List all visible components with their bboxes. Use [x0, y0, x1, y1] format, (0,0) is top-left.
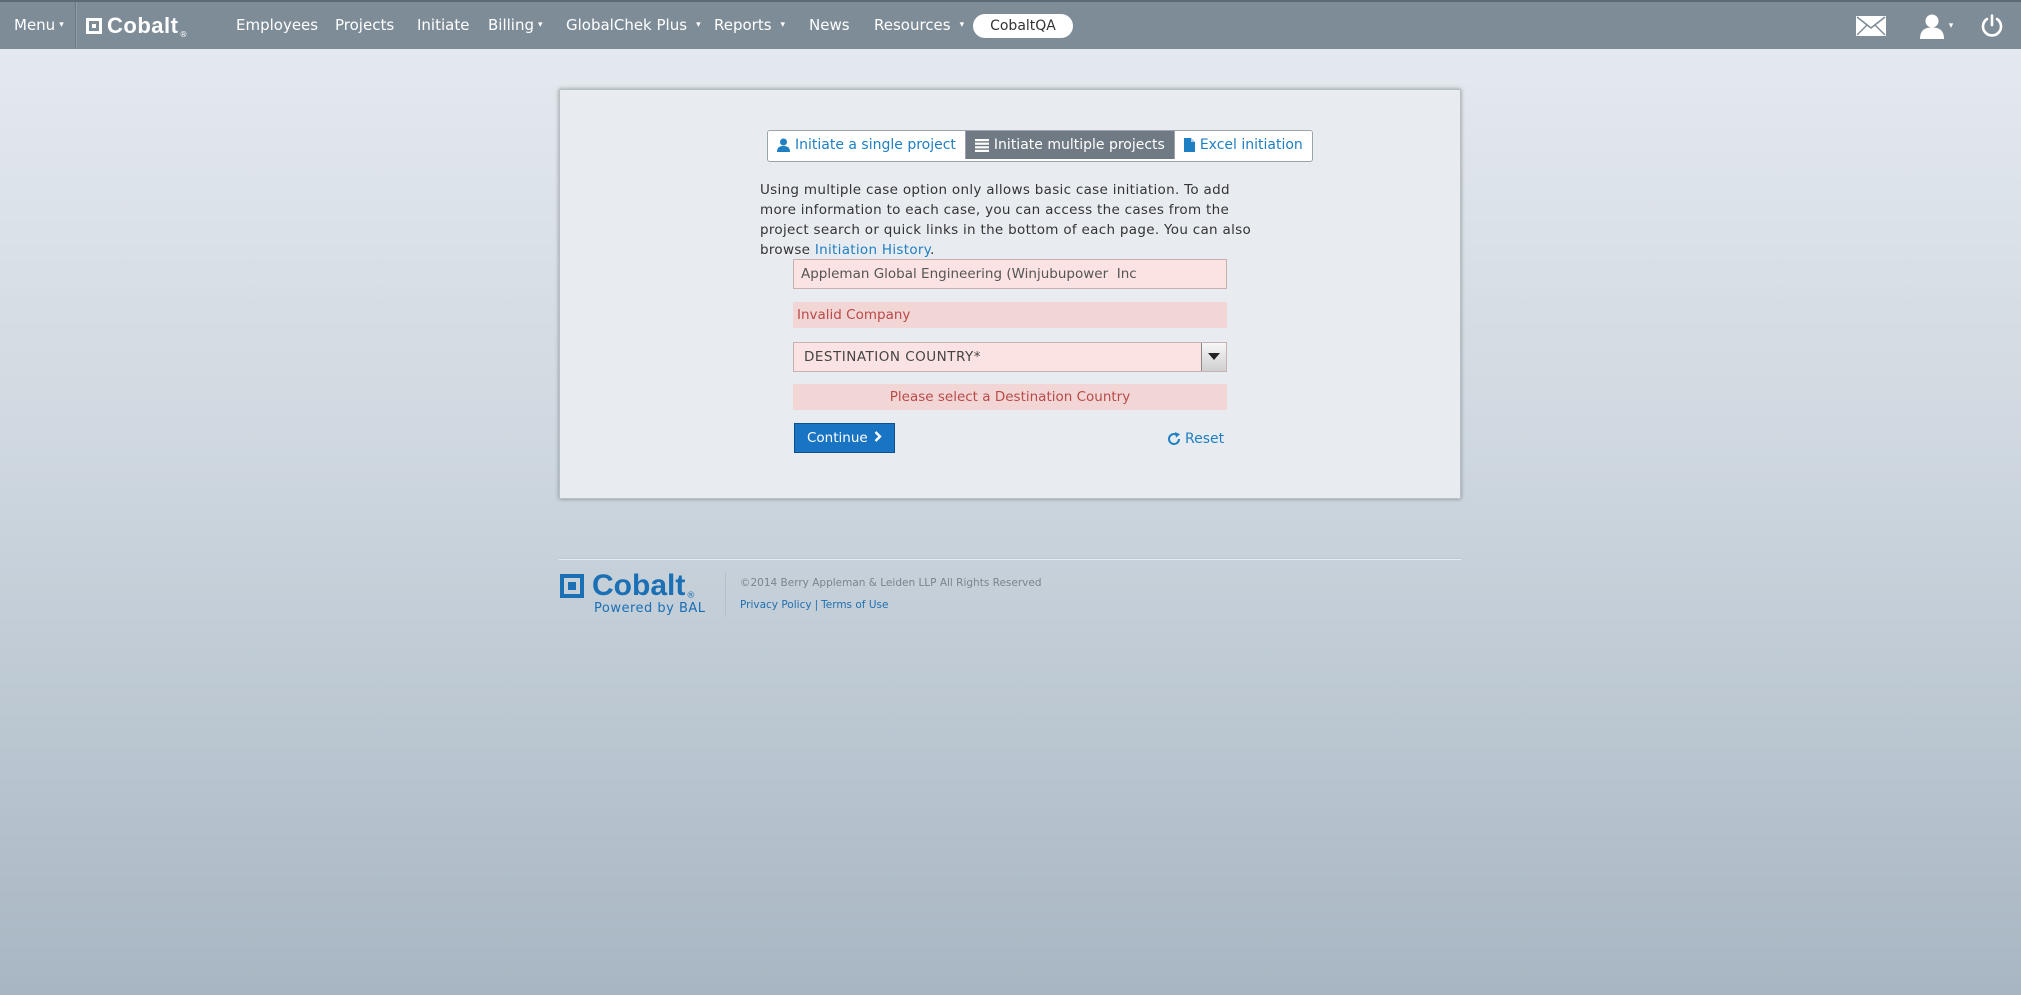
nav-item-initiate[interactable]: Initiate: [417, 2, 469, 49]
nav-item-label: GlobalChek Plus: [566, 16, 688, 34]
button-label: Continue: [807, 430, 868, 446]
company-error-message: Invalid Company: [793, 302, 1227, 328]
initiation-tabs: Initiate a single project Initiate multi…: [767, 130, 1313, 162]
link-separator: |: [814, 599, 819, 611]
tab-initiate-single-project[interactable]: Initiate a single project: [768, 131, 966, 159]
cobalt-mark-icon: [86, 18, 102, 34]
menu-label: Menu: [14, 16, 56, 34]
nav-item-employees[interactable]: Employees: [236, 2, 318, 49]
chevron-right-icon: [874, 430, 882, 446]
cobalt-logo[interactable]: Cobalt ®: [86, 13, 187, 39]
nav-divider: [75, 2, 77, 49]
nav-item-label: Reports: [714, 16, 772, 34]
user-account-icon[interactable]: ▾: [1918, 10, 1954, 42]
destination-country-select[interactable]: DESTINATION COUNTRY*: [793, 342, 1227, 372]
footer-separator: [725, 573, 726, 617]
registered-mark: ®: [179, 30, 188, 39]
nav-item-news[interactable]: News: [809, 2, 850, 49]
footer-brand-text: Cobalt: [592, 569, 686, 602]
menu-dropdown[interactable]: Menu ▾: [14, 2, 64, 49]
tab-label: Excel initiation: [1199, 137, 1303, 153]
nav-item-label: Employees: [236, 16, 319, 34]
nav-item-projects[interactable]: Projects: [335, 2, 394, 49]
caret-down-icon: ▾: [538, 20, 543, 30]
nav-item-label: Resources: [874, 16, 951, 34]
company-input[interactable]: [793, 259, 1227, 289]
caret-down-icon: ▾: [696, 20, 701, 30]
tab-excel-initiation[interactable]: Excel initiation: [1174, 131, 1312, 159]
footer-tagline: Powered by BAL: [594, 601, 706, 616]
terms-of-use-link[interactable]: Terms of Use: [821, 599, 888, 611]
document-icon: [1183, 138, 1195, 152]
nav-item-globalchek-plus[interactable]: GlobalChek Plus ▾: [566, 2, 701, 49]
caret-down-icon: ▾: [59, 20, 64, 30]
description-suffix: .: [930, 242, 935, 258]
continue-button[interactable]: Continue: [794, 423, 895, 453]
list-icon: [974, 138, 989, 152]
country-error-message: Please select a Destination Country: [793, 384, 1227, 410]
nav-item-billing[interactable]: Billing ▾: [488, 2, 543, 49]
initiation-history-link[interactable]: Initiation History: [815, 242, 930, 258]
logo-text: Cobalt: [107, 13, 179, 38]
environment-badge: CobaltQA: [973, 14, 1073, 38]
registered-mark: ®: [686, 591, 696, 601]
copyright-text: ©2014 Berry Appleman & Leiden LLP All Ri…: [740, 577, 1042, 589]
selected-value: DESTINATION COUNTRY*: [804, 349, 982, 365]
user-icon: [777, 138, 790, 152]
nav-item-label: News: [809, 16, 850, 34]
nav-item-reports[interactable]: Reports ▾: [714, 2, 785, 49]
tab-initiate-multiple-projects[interactable]: Initiate multiple projects: [965, 131, 1175, 159]
cobalt-mark-icon: [560, 574, 584, 598]
nav-item-resources[interactable]: Resources ▾: [874, 2, 964, 49]
privacy-policy-link[interactable]: Privacy Policy: [740, 599, 812, 611]
nav-item-label: Initiate: [417, 16, 470, 34]
nav-item-label: Projects: [335, 16, 395, 34]
multiple-case-description: Using multiple case option only allows b…: [760, 180, 1270, 260]
caret-down-icon: ▾: [959, 20, 965, 30]
envelope-icon[interactable]: [1854, 10, 1888, 42]
nav-item-label: Billing: [488, 16, 534, 34]
top-navigation-bar: Menu ▾ Cobalt ® Employees Projects Initia…: [0, 0, 2021, 49]
dropdown-arrow-icon[interactable]: [1201, 343, 1226, 371]
initiation-panel: Initiate a single project Initiate multi…: [559, 89, 1461, 499]
footer-divider: [559, 558, 1461, 560]
tab-label: Initiate a single project: [795, 137, 956, 153]
caret-down-icon: ▾: [780, 20, 786, 30]
reset-link[interactable]: Reset: [1167, 431, 1224, 447]
caret-down-icon: ▾: [1948, 21, 1954, 31]
refresh-icon: [1167, 432, 1181, 446]
footer-links: Privacy Policy | Terms of Use: [740, 599, 888, 611]
reset-label: Reset: [1185, 431, 1225, 447]
footer-logo: Cobalt ® Powered by BAL: [560, 571, 706, 616]
tab-label: Initiate multiple projects: [993, 137, 1165, 153]
power-icon[interactable]: [1978, 10, 2006, 42]
